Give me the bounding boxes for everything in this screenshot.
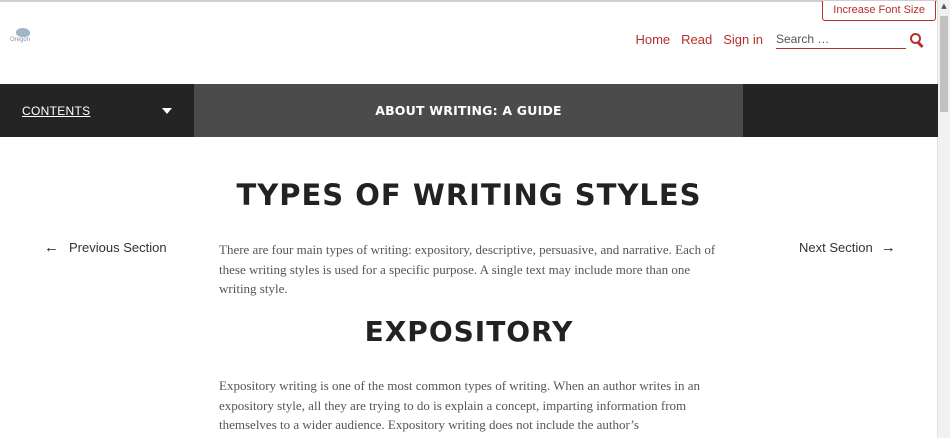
- scroll-up-arrow-icon[interactable]: ▲: [938, 0, 950, 12]
- book-title-box[interactable]: ABOUT WRITING: A GUIDE: [194, 84, 743, 137]
- logo-mark-icon: [16, 28, 30, 37]
- expository-paragraph: Expository writing is one of the most co…: [219, 378, 701, 432]
- search-icon[interactable]: [910, 32, 924, 48]
- arrow-right-icon: →: [880, 239, 896, 256]
- previous-section-label: Previous Section: [69, 240, 167, 255]
- top-border: [0, 0, 938, 2]
- page-scrollbar[interactable]: ▲: [937, 0, 950, 438]
- contents-label: CONTENTS: [22, 103, 91, 118]
- increase-font-size-button[interactable]: Increase Font Size: [822, 1, 936, 21]
- contents-dropdown-button[interactable]: CONTENTS: [0, 84, 194, 137]
- scroll-thumb[interactable]: [940, 16, 948, 112]
- nav-sign-in-link[interactable]: Sign in: [723, 32, 763, 47]
- page-title: TYPES OF WRITING STYLES: [236, 178, 702, 212]
- top-nav: Home Read Sign in: [635, 30, 924, 49]
- search-box: [776, 30, 906, 49]
- next-section-link[interactable]: Next Section →: [799, 239, 896, 256]
- nav-home-link[interactable]: Home: [635, 32, 670, 47]
- search-input[interactable]: [776, 32, 886, 46]
- logo-text: Oregon: [10, 37, 31, 43]
- nav-read-link[interactable]: Read: [681, 32, 712, 47]
- section-heading-expository: EXPOSITORY: [364, 315, 574, 348]
- intro-paragraph: There are four main types of writing: ex…: [219, 242, 716, 296]
- caret-down-icon: [162, 108, 172, 114]
- next-section-label: Next Section: [799, 240, 873, 255]
- arrow-left-icon: ←: [44, 239, 59, 256]
- previous-section-link[interactable]: ← Previous Section: [44, 239, 167, 256]
- book-nav-bar: CONTENTS ABOUT WRITING: A GUIDE: [0, 84, 938, 137]
- site-logo[interactable]: Oregon: [10, 28, 38, 48]
- book-title: ABOUT WRITING: A GUIDE: [375, 103, 562, 118]
